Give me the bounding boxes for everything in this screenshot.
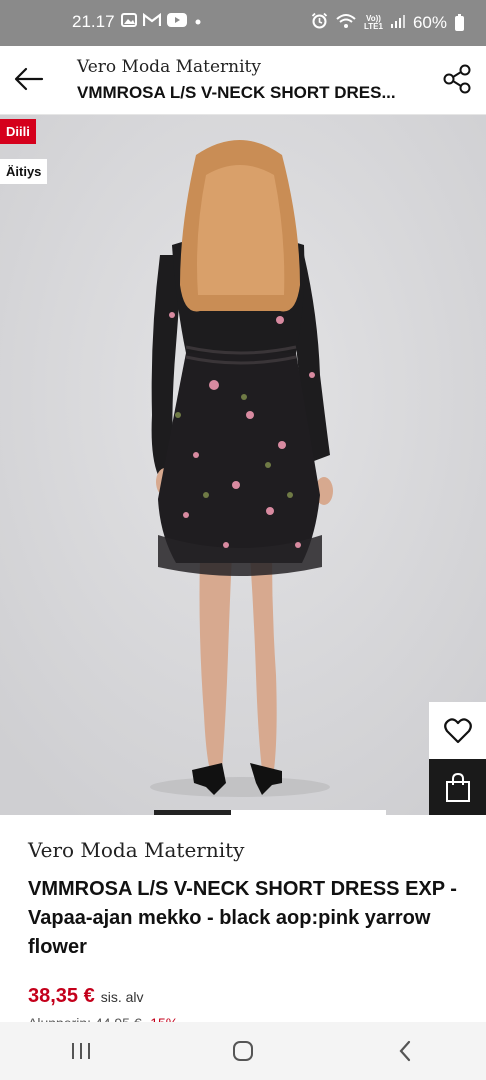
- share-button[interactable]: [440, 62, 474, 96]
- dot-icon: [193, 12, 203, 32]
- favorite-button[interactable]: [429, 702, 486, 759]
- volte-icon: Vo)) LTE1: [364, 14, 383, 31]
- arrow-left-icon: [14, 67, 44, 91]
- back-nav-button[interactable]: [375, 1031, 435, 1071]
- price-row: 38,35 € sis. alv: [28, 985, 144, 1008]
- product-info: Vero Moda Maternity VMMROSA L/S V-NECK S…: [0, 815, 486, 1027]
- product-title: VMMROSA L/S V-NECK SHORT DRESS EXP - Vap…: [28, 878, 457, 958]
- image-icon: [120, 12, 137, 32]
- status-bar: 21.17 Vo)) LTE1 60%: [0, 0, 486, 46]
- battery-text: 60%: [412, 13, 447, 32]
- status-time: 21.17: [72, 12, 115, 31]
- battery-icon: [455, 13, 464, 31]
- wifi-icon: [336, 13, 356, 34]
- recent-apps-icon: [72, 1043, 90, 1059]
- system-nav-bar: [0, 1022, 486, 1080]
- status-left: 21.17: [72, 12, 203, 32]
- add-to-bag-button[interactable]: [429, 759, 486, 816]
- chevron-left-icon: [399, 1040, 411, 1062]
- signal-icon: [390, 13, 405, 33]
- product-image[interactable]: Diili Äitiys: [0, 115, 486, 815]
- category-flag: Äitiys: [0, 159, 48, 184]
- youtube-icon: [166, 12, 187, 32]
- recent-apps-button[interactable]: [51, 1031, 111, 1071]
- share-icon: [443, 64, 471, 94]
- bag-icon: [445, 772, 470, 802]
- home-button[interactable]: [213, 1031, 273, 1071]
- gmail-icon: [142, 12, 161, 32]
- app-header: Vero Moda Maternity VMMROSA L/S V-NECK S…: [0, 46, 486, 115]
- home-icon: [233, 1041, 253, 1061]
- dress-model-image: [0, 115, 486, 815]
- price-vat-label: sis. alv: [100, 989, 144, 1005]
- deal-flag: Diili: [0, 119, 36, 144]
- product-price: 38,35 €: [28, 985, 95, 1007]
- heart-icon: [443, 717, 472, 743]
- status-right: Vo)) LTE1 60%: [311, 12, 464, 34]
- header-brand: Vero Moda Maternity: [77, 57, 261, 77]
- alarm-icon: [311, 12, 328, 34]
- product-brand[interactable]: Vero Moda Maternity: [28, 838, 244, 862]
- header-title: VMMROSA L/S V-NECK SHORT DRES...: [77, 83, 396, 102]
- back-button[interactable]: [10, 60, 48, 98]
